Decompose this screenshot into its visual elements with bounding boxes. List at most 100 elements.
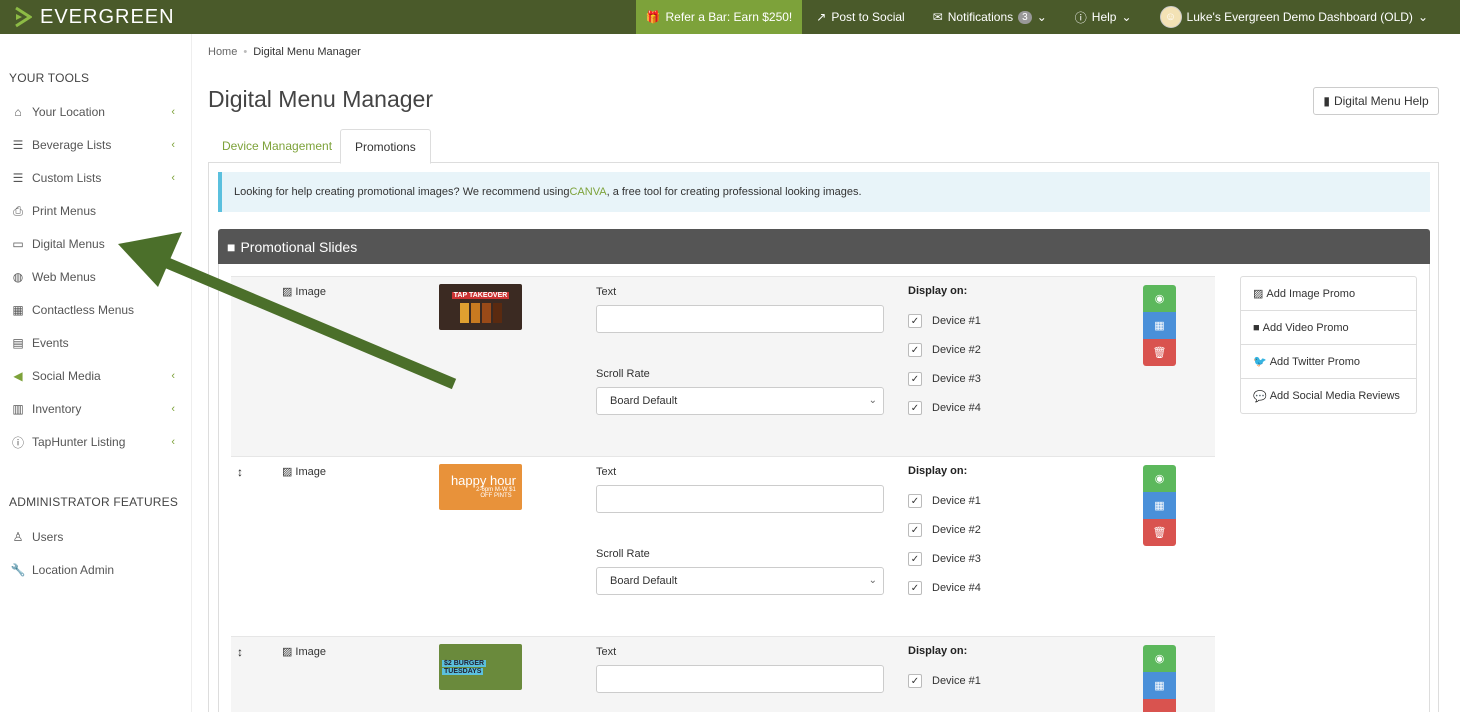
calendar-icon: ▦ (1154, 680, 1165, 692)
schedule-button[interactable]: ▦ (1143, 672, 1176, 699)
device-checkbox-2[interactable]: ✓ Device #2 (908, 523, 981, 537)
account-dropdown[interactable]: ☺ Luke's Evergreen Demo Dashboard (OLD) … (1146, 0, 1460, 34)
sidebar-item-location-admin[interactable]: 🔧 Location Admin (9, 560, 179, 580)
wrench-icon: 🔧 (10, 563, 26, 577)
device-label: Device #4 (932, 582, 981, 594)
scroll-rate-select[interactable]: Board Default ⌄ (596, 387, 884, 415)
sidebar-item-contactless-menus[interactable]: ▦ Contactless Menus (9, 300, 179, 320)
device-checkbox-3[interactable]: ✓ Device #3 (908, 552, 981, 566)
refer-bar-button[interactable]: 🎁 Refer a Bar: Earn $250! (635, 0, 803, 34)
add-twitter-promo-button[interactable]: 🐦 Add Twitter Promo (1241, 345, 1416, 379)
checkbox-checked-icon: ✓ (908, 523, 922, 537)
add-menu-label: Add Video Promo (1262, 321, 1349, 334)
preview-button[interactable]: ◉ (1143, 465, 1176, 492)
help-button-label: Digital Menu Help (1333, 94, 1429, 108)
sidebar-item-your-location[interactable]: ⌂ Your Location ‹ (9, 102, 179, 122)
add-video-promo-button[interactable]: ■ Add Video Promo (1241, 311, 1416, 345)
checkbox-checked-icon: ✓ (908, 494, 922, 508)
drag-handle-icon[interactable]: ↕ (237, 645, 243, 659)
home-icon: ⌂ (14, 105, 22, 119)
device-checkbox-4[interactable]: ✓ Device #4 (908, 401, 981, 415)
chevron-down-icon: ⌄ (1417, 10, 1428, 24)
device-checkbox-2[interactable]: ✓ Device #2 (908, 343, 981, 357)
device-checkbox-4[interactable]: ✓ Device #4 (908, 581, 981, 595)
delete-button[interactable]: 🗑 (1143, 339, 1176, 366)
promotional-slides-header: ■ Promotional Slides (218, 229, 1430, 264)
breadcrumb: Home • Digital Menu Manager (208, 46, 361, 58)
slide-text-input[interactable] (596, 305, 884, 333)
avatar: ☺ (1159, 6, 1182, 28)
chevron-down-icon: ⌄ (868, 395, 877, 406)
slide-text-input[interactable] (596, 665, 884, 693)
device-checkbox-1[interactable]: ✓ Device #1 (908, 314, 981, 328)
chevron-left-icon: ‹ (171, 106, 175, 118)
megaphone-icon: ◀ (13, 369, 23, 383)
sidebar-item-label: Location Admin (32, 563, 115, 577)
top-navbar: EVERGREEN 🎁 Refer a Bar: Earn $250! ↗ Po… (0, 0, 1460, 34)
notification-count-badge: 3 (1018, 10, 1032, 24)
sidebar-item-digital-menus[interactable]: ▭ Digital Menus (9, 234, 179, 254)
user-icon: ♙ (12, 530, 24, 544)
slide-text-input[interactable] (596, 485, 884, 513)
calendar-icon: ▦ (1154, 500, 1165, 512)
sidebar-item-taphunter-listing[interactable]: ⓘ TapHunter Listing ‹ (9, 432, 179, 452)
info-icon: ⓘ (11, 435, 24, 450)
add-social-media-reviews-button[interactable]: 💬 Add Social Media Reviews (1241, 379, 1416, 413)
sidebar-item-label: Digital Menus (32, 237, 105, 251)
preview-button[interactable]: ◉ (1143, 645, 1176, 672)
sidebar-item-beverage-lists[interactable]: ☰ Beverage Lists ‹ (9, 135, 179, 155)
evergreen-logo[interactable]: EVERGREEN (0, 6, 200, 29)
breadcrumb-home-link[interactable]: Home (208, 46, 237, 58)
slide-type: ▨ Image (282, 285, 326, 299)
sidebar-item-label: Your Location (32, 105, 105, 119)
sidebar-item-inventory[interactable]: ▥ Inventory ‹ (9, 399, 179, 419)
preview-button[interactable]: ◉ (1143, 285, 1176, 312)
post-to-social-button[interactable]: ↗ Post to Social (802, 0, 918, 34)
device-checkbox-1[interactable]: ✓ Device #1 (908, 674, 981, 688)
delete-button[interactable] (1143, 699, 1176, 712)
checkbox-checked-icon: ✓ (908, 581, 922, 595)
twitter-icon: 🐦 (1253, 356, 1267, 368)
notifications-dropdown[interactable]: ✉ Notifications 3 ⌄ (919, 0, 1061, 34)
device-checkbox-3[interactable]: ✓ Device #3 (908, 372, 981, 386)
beer-glasses-graphic (459, 302, 502, 323)
schedule-button[interactable]: ▦ (1143, 312, 1176, 339)
sidebar: YOUR TOOLS ⌂ Your Location ‹ ☰ Beverage … (0, 34, 192, 712)
tab-promotions[interactable]: Promotions (340, 129, 431, 164)
slide-type-label: Image (295, 285, 326, 298)
slide-type-label: Image (295, 465, 326, 478)
post-social-label: Post to Social (831, 10, 905, 24)
info-text-after: , a free tool for creating professional … (606, 186, 862, 198)
comment-icon: 💬 (1253, 390, 1267, 403)
drag-handle-icon[interactable]: ↕ (237, 465, 243, 479)
account-label: Luke's Evergreen Demo Dashboard (OLD) (1186, 10, 1413, 24)
sidebar-item-custom-lists[interactable]: ☰ Custom Lists ‹ (9, 168, 179, 188)
share-icon: ↗ (816, 10, 827, 24)
scroll-rate-label: Scroll Rate (596, 368, 650, 380)
device-label: Device #1 (932, 675, 981, 687)
drag-handle-icon[interactable]: ↕ (237, 285, 243, 299)
add-image-promo-button[interactable]: ▨ Add Image Promo (1241, 277, 1416, 311)
schedule-button[interactable]: ▦ (1143, 492, 1176, 519)
canva-link[interactable]: CANVA (569, 186, 606, 198)
device-label: Device #1 (932, 495, 981, 507)
sidebar-item-social-media[interactable]: ◀ Social Media ‹ (9, 366, 179, 386)
add-menu-label: Add Social Media Reviews (1269, 390, 1400, 402)
thumb-text: TAP TAKEOVER (451, 291, 510, 299)
breadcrumb-current: Digital Menu Manager (253, 46, 361, 58)
chevron-left-icon: ‹ (171, 403, 175, 415)
sidebar-item-web-menus[interactable]: ◍ Web Menus (9, 267, 179, 287)
sidebar-item-print-menus[interactable]: ⎙ Print Menus (9, 201, 179, 221)
add-menu-label: Add Image Promo (1266, 287, 1356, 300)
sidebar-item-users[interactable]: ♙ Users (9, 527, 179, 547)
help-dropdown[interactable]: ⓘ Help ⌄ (1061, 0, 1146, 34)
scroll-rate-select[interactable]: Board Default ⌄ (596, 567, 884, 595)
sidebar-item-events[interactable]: ▤ Events (9, 333, 179, 353)
digital-menu-help-button[interactable]: ▮ Digital Menu Help (1313, 87, 1439, 115)
tab-device-management[interactable]: Device Management (208, 129, 346, 163)
add-promo-menu: ▨ Add Image Promo ■ Add Video Promo 🐦 Add T… (1240, 276, 1417, 414)
device-checkbox-1[interactable]: ✓ Device #1 (908, 494, 981, 508)
book-icon: ▮ (1323, 94, 1330, 108)
sidebar-item-label: Inventory (32, 402, 82, 416)
delete-button[interactable]: 🗑 (1143, 519, 1176, 546)
